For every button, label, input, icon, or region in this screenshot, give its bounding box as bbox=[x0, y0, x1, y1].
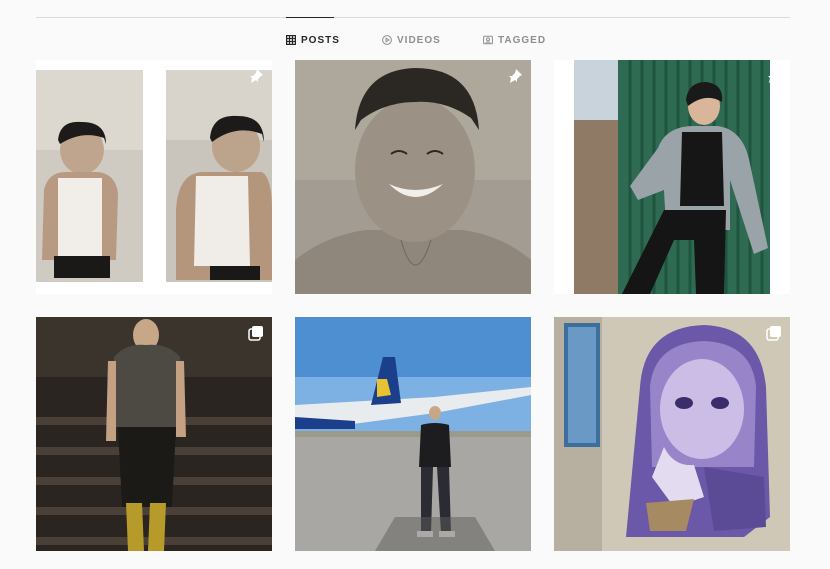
post-image-denim-jacket bbox=[554, 60, 790, 294]
carousel-icon bbox=[766, 325, 782, 341]
post-image-two-portraits bbox=[36, 60, 272, 294]
post-tile[interactable] bbox=[554, 317, 790, 551]
post-image-airport bbox=[295, 317, 531, 551]
pin-icon bbox=[507, 68, 523, 84]
post-image-street-art bbox=[554, 317, 790, 551]
post-tile[interactable] bbox=[295, 317, 531, 551]
profile-tabs: POSTS VIDEOS TAGGED bbox=[0, 31, 830, 49]
tab-videos[interactable]: VIDEOS bbox=[382, 31, 441, 49]
reels-icon bbox=[382, 35, 392, 45]
post-image-smiling-portrait bbox=[295, 60, 531, 294]
tab-posts-label: POSTS bbox=[301, 34, 340, 46]
profile-tabs-divider bbox=[36, 17, 790, 18]
post-tile[interactable] bbox=[295, 60, 531, 294]
carousel-icon bbox=[248, 325, 264, 341]
post-tile[interactable] bbox=[36, 317, 272, 551]
grid-icon bbox=[286, 35, 296, 45]
tagged-icon bbox=[483, 35, 493, 45]
tab-posts[interactable]: POSTS bbox=[286, 31, 340, 49]
post-tile[interactable] bbox=[36, 60, 272, 294]
active-tab-indicator bbox=[286, 17, 334, 18]
post-tile[interactable] bbox=[554, 60, 790, 294]
post-image-runway bbox=[36, 317, 272, 551]
pin-icon bbox=[248, 68, 264, 84]
tab-tagged[interactable]: TAGGED bbox=[483, 31, 546, 49]
tab-videos-label: VIDEOS bbox=[397, 34, 441, 46]
tab-tagged-label: TAGGED bbox=[498, 34, 547, 46]
pin-icon bbox=[766, 68, 782, 84]
